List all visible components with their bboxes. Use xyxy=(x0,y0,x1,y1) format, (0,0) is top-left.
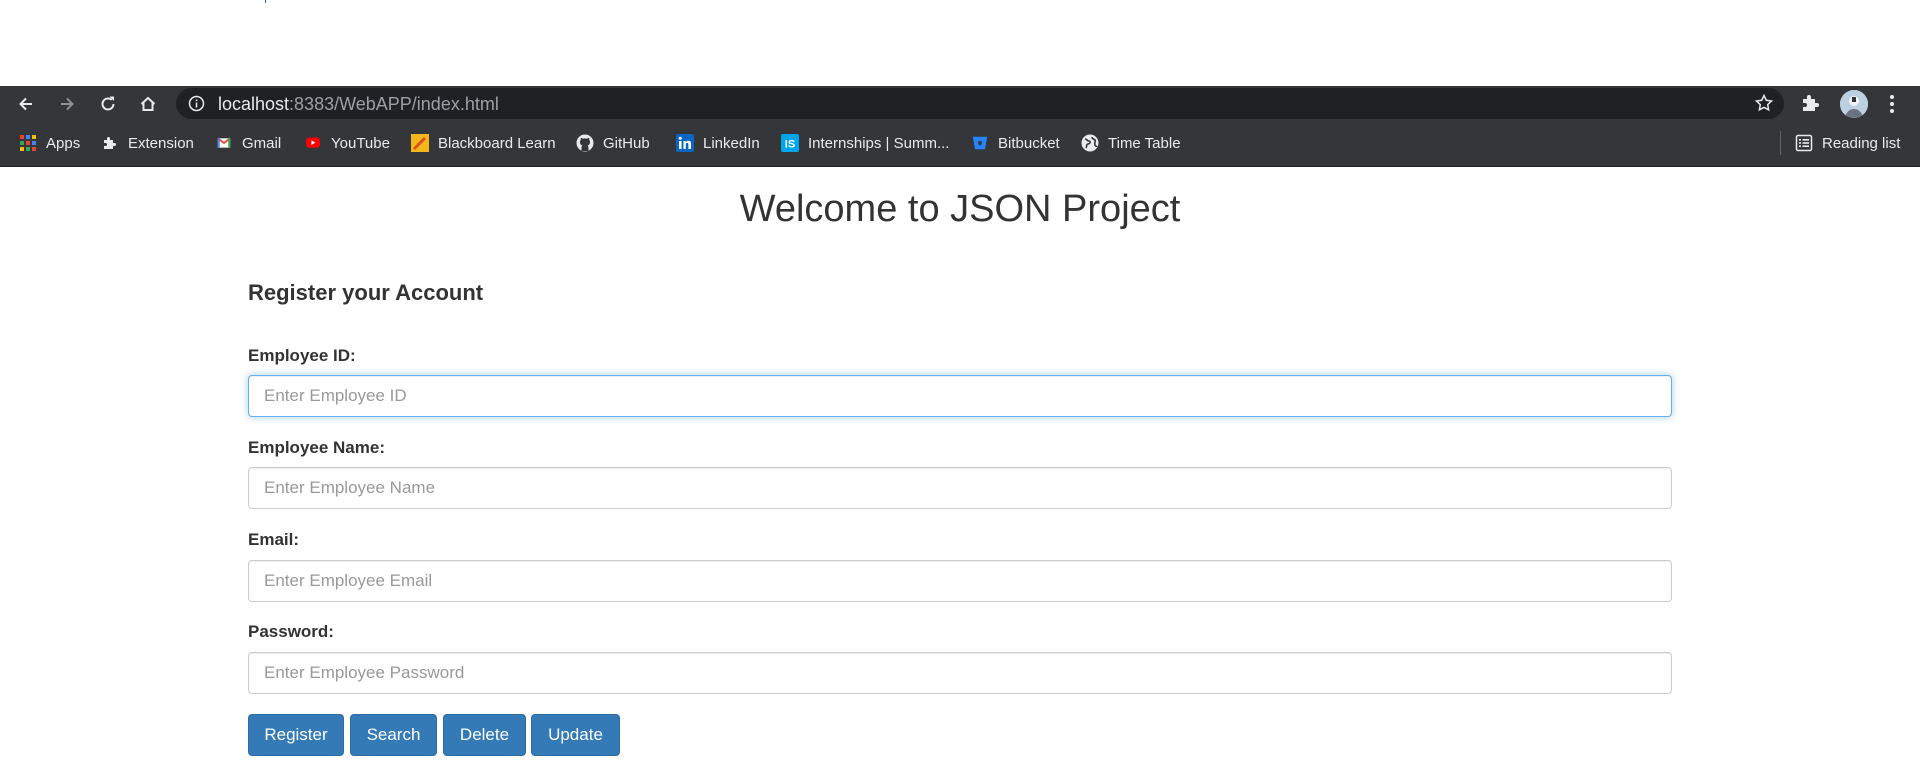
home-button[interactable] xyxy=(132,88,164,120)
employee-id-label: Employee ID: xyxy=(248,346,356,365)
bookmark-label: GitHub xyxy=(603,134,650,152)
bookmark-label: LinkedIn xyxy=(703,134,760,152)
globe-icon xyxy=(1081,134,1099,152)
bookmark-label: Bitbucket xyxy=(998,134,1060,152)
bookmark-time-table[interactable]: Time Table xyxy=(1081,132,1181,154)
info-icon[interactable] xyxy=(188,95,205,112)
gmail-icon xyxy=(215,134,233,152)
bookmark-github[interactable]: GitHub xyxy=(576,132,650,154)
bookmark-blackboard[interactable]: Blackboard Learn xyxy=(411,132,556,154)
youtube-icon xyxy=(304,134,322,152)
forward-button[interactable] xyxy=(51,88,83,120)
email-input[interactable] xyxy=(248,560,1672,602)
bookmarks-bar: Apps Extension Gmail YouTube Blackboard … xyxy=(0,121,1920,167)
password-input[interactable] xyxy=(248,652,1672,694)
back-button[interactable] xyxy=(10,88,42,120)
avatar[interactable] xyxy=(1840,90,1868,118)
password-label: Password: xyxy=(248,622,334,641)
bookmark-label: Blackboard Learn xyxy=(438,134,556,152)
puzzle-icon xyxy=(101,134,119,152)
reading-list-label: Reading list xyxy=(1822,134,1901,152)
profile-picture-icon xyxy=(1840,90,1868,118)
bookmark-label: Apps xyxy=(46,134,81,152)
register-button[interactable]: Register xyxy=(248,714,344,756)
linkedin-icon xyxy=(676,134,694,152)
form-heading: Register your Account xyxy=(248,280,484,305)
arrow-left-icon xyxy=(19,97,32,111)
bookmark-youtube[interactable]: YouTube xyxy=(304,132,390,154)
reload-icon xyxy=(101,96,115,111)
arrow-right-icon xyxy=(61,97,74,111)
page-title: Welcome to JSON Project xyxy=(739,188,1181,230)
bookmark-extension[interactable]: Extension xyxy=(101,132,194,154)
blackboard-icon xyxy=(411,134,429,152)
update-button[interactable]: Update xyxy=(531,714,620,756)
svg-text:IS: IS xyxy=(785,139,795,151)
bookmark-apps[interactable]: Apps xyxy=(19,132,80,154)
bitbucket-icon xyxy=(971,134,989,152)
browser-toolbar: localhost:8383/WebAPP/index.html xyxy=(0,86,1920,121)
bookmark-label: YouTube xyxy=(331,134,390,152)
page-content: Welcome to JSON Project Register your Ac… xyxy=(0,167,1920,772)
bookmark-label: Internships | Summ... xyxy=(808,134,950,152)
bookmark-linkedin[interactable]: LinkedIn xyxy=(676,132,760,154)
delete-button[interactable]: Delete xyxy=(443,714,526,756)
reload-button[interactable] xyxy=(92,88,124,120)
search-button[interactable]: Search xyxy=(350,714,437,756)
more-menu-icon[interactable] xyxy=(1884,92,1900,116)
email-label: Email: xyxy=(248,530,300,549)
apps-grid-icon xyxy=(19,134,37,152)
employee-name-label: Employee Name: xyxy=(248,438,385,457)
bookmark-gmail[interactable]: Gmail xyxy=(215,132,281,154)
employee-id-input[interactable] xyxy=(248,375,1672,417)
github-icon xyxy=(576,134,594,152)
internshala-icon: IS xyxy=(781,134,799,152)
reading-list-icon xyxy=(1795,134,1813,152)
bookmark-internships[interactable]: IS Internships | Summ... xyxy=(781,132,949,154)
address-bar[interactable]: localhost:8383/WebAPP/index.html xyxy=(176,88,1784,119)
bookmark-label: Time Table xyxy=(1108,134,1181,152)
bookmark-label: Gmail xyxy=(242,134,282,152)
reading-list-button[interactable]: Reading list xyxy=(1795,132,1900,154)
star-icon[interactable] xyxy=(1754,93,1774,113)
home-icon xyxy=(140,96,156,111)
url-path: :8383/WebAPP/index.html xyxy=(289,94,499,114)
puzzle-icon[interactable] xyxy=(1799,91,1823,115)
bookmark-label: Extension xyxy=(128,134,194,152)
url-host: localhost xyxy=(218,94,290,114)
top-blank-area xyxy=(0,0,1920,86)
url-text: localhost:8383/WebAPP/index.html xyxy=(218,94,499,115)
bookmark-bitbucket[interactable]: Bitbucket xyxy=(971,132,1060,154)
bookmarks-divider xyxy=(1780,131,1781,155)
employee-name-input[interactable] xyxy=(248,467,1672,509)
stray-mark xyxy=(265,0,266,3)
